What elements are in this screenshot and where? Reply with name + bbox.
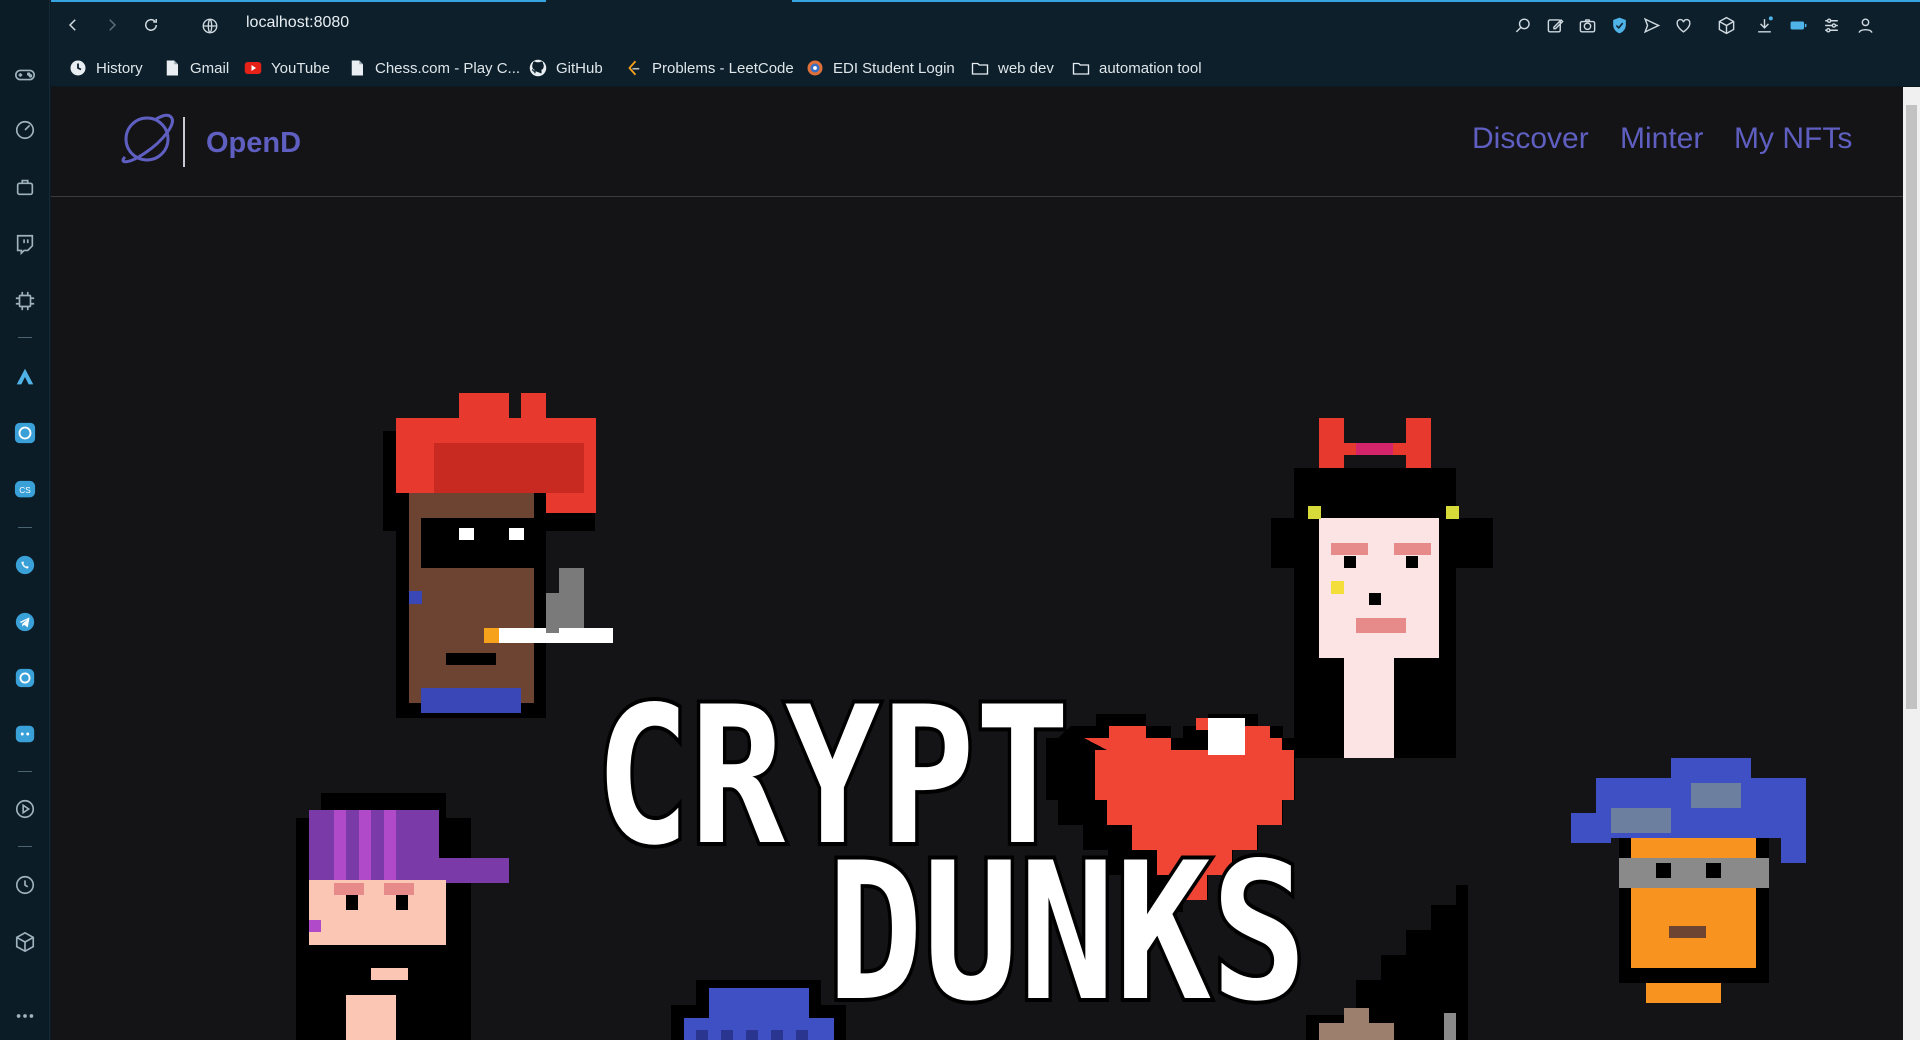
speed-dial-icon[interactable] — [13, 118, 37, 142]
web-page: OpenD Discover Minter My NFTs CRYPT DUNK… — [51, 87, 1903, 1040]
logo-divider — [183, 117, 185, 167]
player-icon[interactable] — [13, 797, 37, 821]
profile-icon[interactable] — [1853, 13, 1877, 37]
instagram-icon[interactable] — [13, 666, 37, 690]
bookmark-label: YouTube — [271, 59, 330, 77]
bookmark-gmail[interactable]: Gmail — [163, 57, 229, 79]
youtube-icon — [244, 59, 262, 77]
chat-cs-icon[interactable]: CS — [13, 478, 37, 502]
settings-sliders-icon[interactable] — [1819, 13, 1843, 37]
bookmark-edi[interactable]: EDI Student Login — [806, 57, 955, 79]
bookmark-label: EDI Student Login — [833, 59, 955, 77]
nav-minter[interactable]: Minter — [1620, 122, 1703, 156]
more-icon[interactable] — [13, 1004, 37, 1028]
twitch-icon[interactable] — [13, 232, 37, 256]
bookmark-label: automation tool — [1099, 59, 1202, 77]
heart-icon[interactable] — [1671, 13, 1695, 37]
bookmark-folder-automation-tool[interactable]: automation tool — [1072, 57, 1202, 79]
bookmark-folder-web-dev[interactable]: web dev — [971, 57, 1054, 79]
bookmark-label: Problems - LeetCode — [652, 59, 794, 77]
folder-icon — [971, 59, 989, 77]
edi-icon — [806, 59, 824, 77]
back-icon[interactable] — [61, 13, 85, 37]
page-icon — [348, 59, 366, 77]
whatsapp-icon[interactable] — [13, 553, 37, 577]
history-clock-icon[interactable] — [13, 873, 37, 897]
send-icon[interactable] — [1639, 13, 1663, 37]
history-clock-icon — [69, 59, 87, 77]
tab-strip — [51, 0, 1920, 2]
reload-icon[interactable] — [139, 13, 163, 37]
svg-text:DUNKS: DUNKS — [827, 822, 1307, 1040]
globe-icon[interactable] — [198, 14, 222, 38]
cube-icon[interactable] — [13, 930, 37, 954]
bookmark-label: Gmail — [190, 59, 230, 77]
github-icon — [529, 59, 547, 77]
address-bar: localhost:8080 — [51, 0, 1920, 50]
telegram-icon[interactable] — [13, 610, 37, 634]
bookmark-label: GitHub — [556, 59, 603, 77]
cube-icon[interactable] — [1714, 13, 1738, 37]
tab-indicator — [792, 0, 1920, 2]
camera-icon[interactable] — [1575, 13, 1599, 37]
planet-logo-icon[interactable] — [117, 109, 177, 169]
hero-title-line2: DUNKS — [823, 818, 1311, 1040]
aria-icon[interactable] — [13, 365, 37, 389]
edit-icon[interactable] — [1543, 13, 1567, 37]
bookmark-leetcode[interactable]: Problems - LeetCode — [625, 57, 794, 79]
url-field[interactable]: localhost:8080 — [246, 14, 349, 32]
sidebar-separator — [18, 771, 32, 772]
bookmark-history[interactable]: History — [69, 57, 143, 79]
scrollbar-thumb[interactable] — [1906, 105, 1917, 709]
site-header: OpenD Discover Minter My NFTs — [51, 87, 1903, 197]
bookmark-label: History — [96, 59, 143, 77]
page-scrollbar[interactable] — [1903, 87, 1920, 1040]
browser-sidebar: CS — [0, 0, 50, 1040]
brand-name[interactable]: OpenD — [206, 127, 301, 160]
punk-red-bow-avatar — [1271, 418, 1493, 758]
chatgpt-icon[interactable] — [13, 421, 37, 445]
svg-text:CS: CS — [19, 486, 31, 495]
nav-my-nfts[interactable]: My NFTs — [1734, 122, 1852, 156]
zoom-search-icon[interactable] — [1511, 13, 1535, 37]
page-icon — [163, 59, 181, 77]
forward-icon[interactable] — [100, 13, 124, 37]
download-icon[interactable] — [1752, 13, 1776, 37]
sidebar-separator — [18, 337, 32, 338]
sidebar-separator — [18, 527, 32, 528]
bookmark-label: web dev — [998, 59, 1054, 77]
punk-blue-hair-avatar — [1571, 758, 1806, 1003]
sidebar-separator — [18, 846, 32, 847]
folder-icon — [1072, 59, 1090, 77]
bookmark-github[interactable]: GitHub — [529, 57, 603, 79]
shopping-bag-icon[interactable] — [13, 175, 37, 199]
discord-icon[interactable] — [13, 722, 37, 746]
gamepad-icon[interactable] — [13, 63, 37, 87]
leetcode-icon — [625, 59, 643, 77]
shield-icon[interactable] — [1607, 13, 1631, 37]
bookmark-label: Chess.com - Play C... — [375, 59, 521, 77]
hero-banner: CRYPT DUNKS — [51, 198, 1903, 1040]
hero-art: CRYPT DUNKS — [296, 393, 1806, 1040]
nav-discover[interactable]: Discover — [1472, 122, 1589, 156]
punk-blue-beanie-avatar — [671, 980, 846, 1040]
punk-red-hair-avatar — [383, 393, 613, 718]
active-tab-indicator — [51, 0, 546, 2]
bookmark-chess[interactable]: Chess.com - Play C... — [348, 57, 520, 79]
punk-dark-hair-avatar — [1306, 885, 1468, 1040]
punk-purple-cap-avatar — [296, 793, 509, 1040]
battery-icon[interactable] — [1786, 13, 1810, 37]
chip-icon[interactable] — [13, 289, 37, 313]
bookmark-youtube[interactable]: YouTube — [244, 57, 330, 79]
